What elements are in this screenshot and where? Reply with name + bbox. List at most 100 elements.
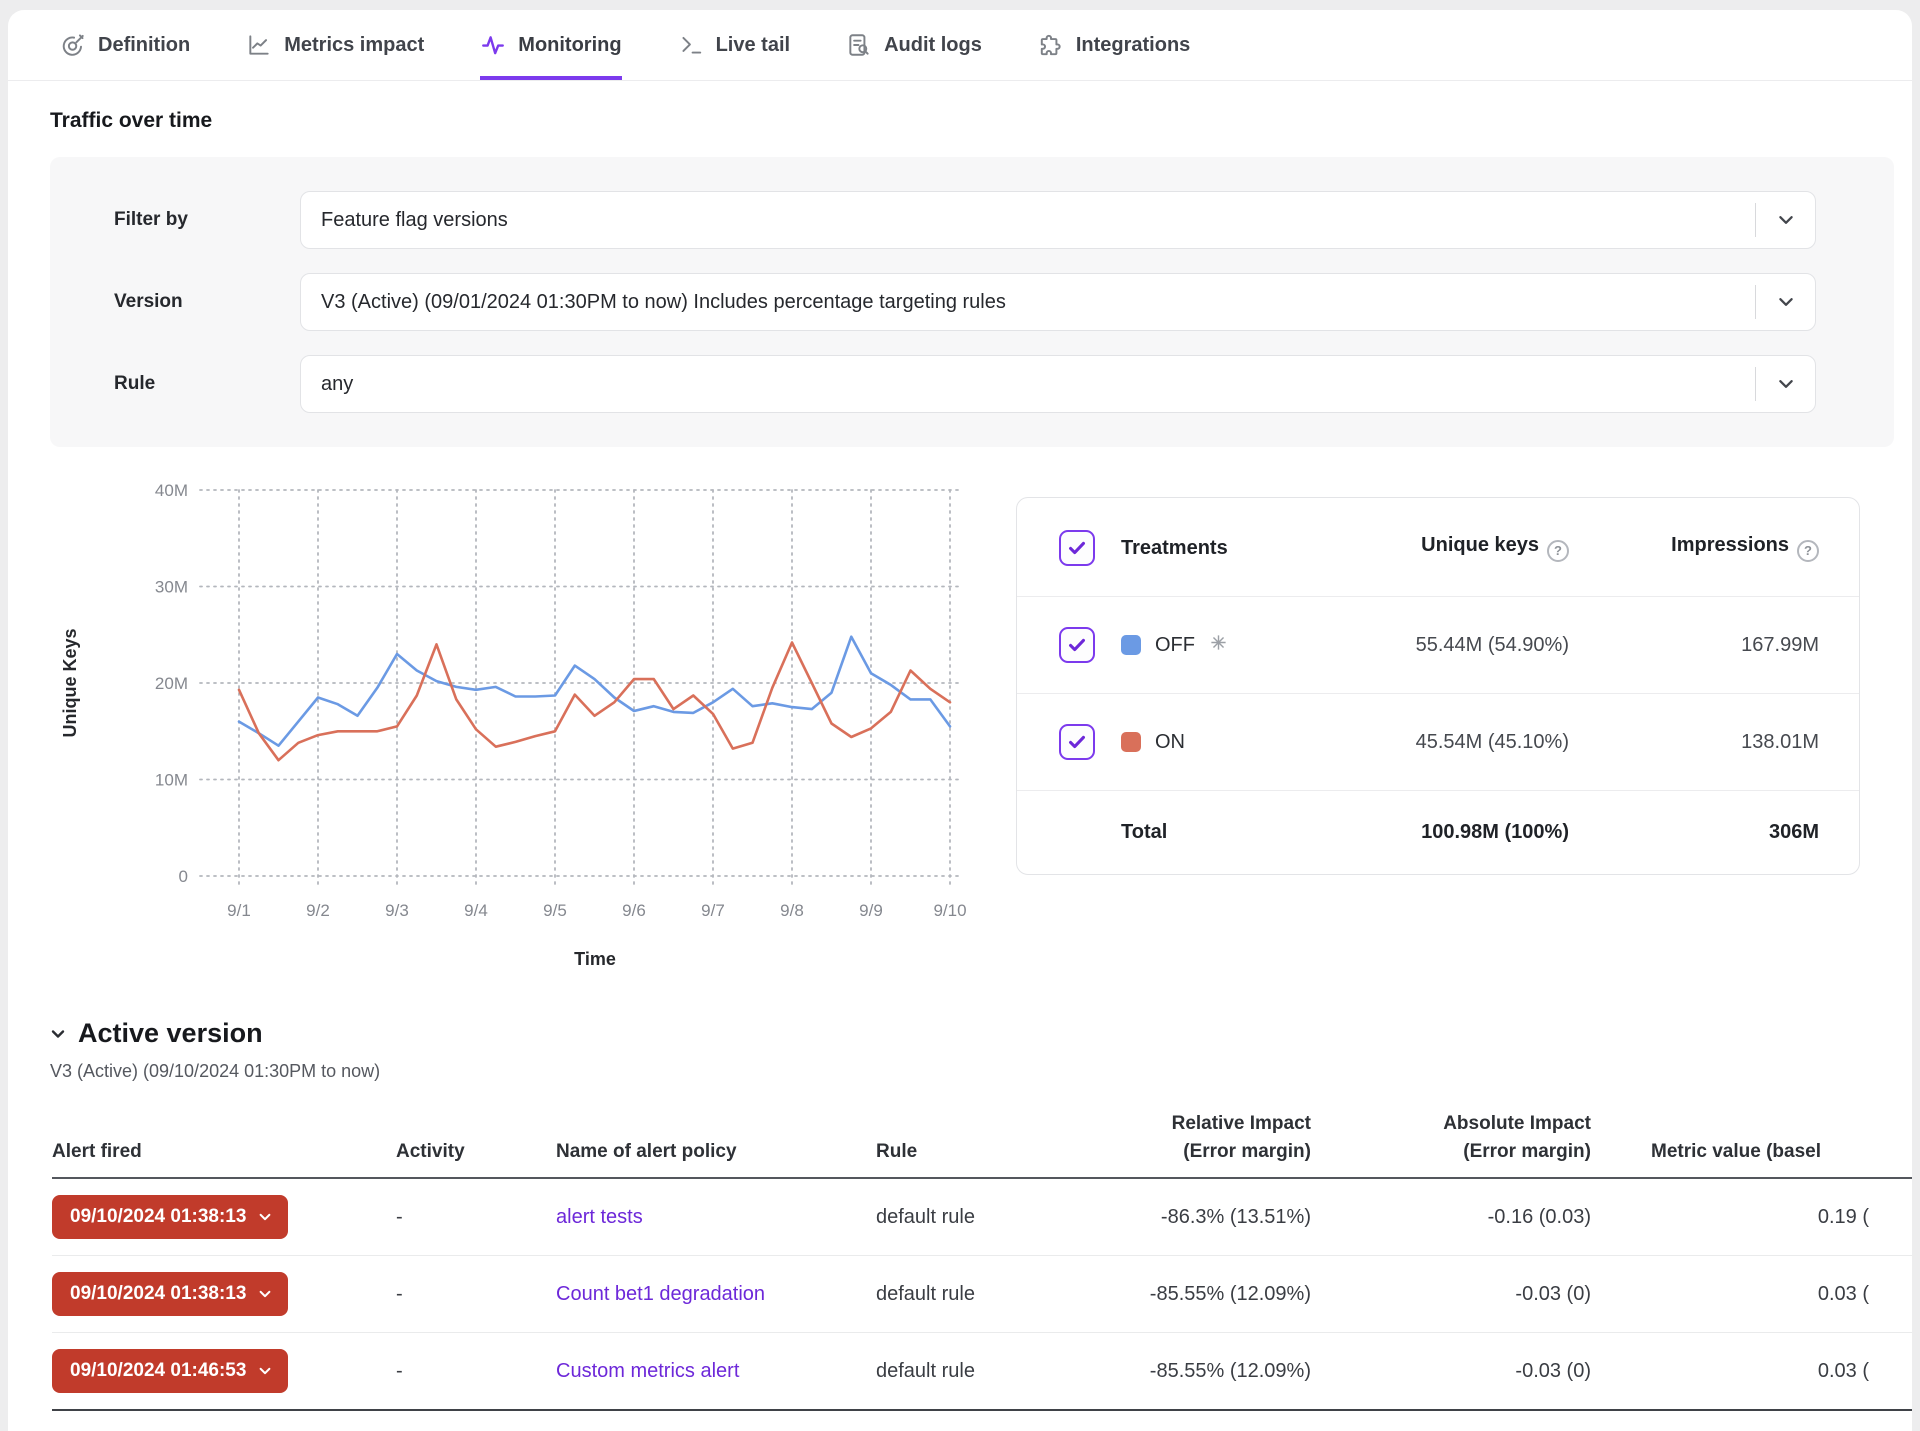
tab-audit-logs[interactable]: Audit logs bbox=[846, 32, 982, 80]
alert-metric-value: 0.03 ( bbox=[1591, 1283, 1912, 1306]
tab-integrations[interactable]: Integrations bbox=[1038, 32, 1190, 80]
chevron-down-icon[interactable] bbox=[1755, 285, 1815, 319]
alert-metric-value: 0.19 ( bbox=[1591, 1206, 1912, 1229]
active-version-header[interactable]: Active version bbox=[50, 1018, 1912, 1049]
version-value: V3 (Active) (09/01/2024 01:30PM to now) … bbox=[301, 291, 1006, 314]
svg-text:9/9: 9/9 bbox=[859, 901, 883, 920]
alert-row: 09/10/2024 01:38:13 - alert tests defaul… bbox=[52, 1179, 1912, 1256]
svg-text:Unique Keys: Unique Keys bbox=[60, 628, 80, 737]
svg-text:9/3: 9/3 bbox=[385, 901, 409, 920]
alert-activity: - bbox=[396, 1360, 556, 1383]
alert-fired-badge[interactable]: 09/10/2024 01:38:13 bbox=[52, 1272, 288, 1316]
page-content: Traffic over time Filter by Feature flag… bbox=[8, 109, 1912, 1082]
chevron-down-icon bbox=[258, 1287, 272, 1301]
terminal-icon bbox=[678, 32, 704, 58]
filter-row-rule: Rule any bbox=[114, 355, 1816, 413]
active-version-title: Active version bbox=[78, 1018, 263, 1049]
chevron-down-icon[interactable] bbox=[1755, 367, 1815, 401]
total-impressions: 306M bbox=[1569, 821, 1819, 844]
alert-relative-impact: -85.55% (12.09%) bbox=[1054, 1360, 1311, 1383]
version-label: Version bbox=[114, 291, 300, 313]
tab-label: Metrics impact bbox=[284, 34, 424, 57]
off-series-swatch bbox=[1121, 635, 1141, 655]
col-relative-impact: Relative Impact (Error margin) bbox=[1054, 1110, 1311, 1165]
alert-rule: default rule bbox=[876, 1360, 1054, 1383]
help-icon[interactable]: ? bbox=[1547, 540, 1569, 562]
rule-label: Rule bbox=[114, 373, 300, 395]
treatments-select-all-checkbox[interactable] bbox=[1059, 530, 1095, 566]
treatment-name-off: OFF bbox=[1121, 633, 1269, 658]
tab-live-tail[interactable]: Live tail bbox=[678, 32, 790, 80]
treatment-name-on: ON bbox=[1121, 731, 1269, 754]
total-unique-keys: 100.98M (100%) bbox=[1269, 821, 1569, 844]
alert-absolute-impact: -0.03 (0) bbox=[1311, 1283, 1591, 1306]
off-checkbox[interactable] bbox=[1059, 627, 1095, 663]
treatments-card: Treatments Unique keys? Impressions? OFF bbox=[1016, 497, 1860, 875]
treatments-column-header: Treatments bbox=[1121, 537, 1269, 560]
rule-value: any bbox=[301, 373, 353, 396]
svg-text:0: 0 bbox=[179, 867, 188, 886]
alert-relative-impact: -85.55% (12.09%) bbox=[1054, 1283, 1311, 1306]
col-metric-value: Metric value (basel bbox=[1591, 1138, 1912, 1166]
alert-fired-badge[interactable]: 09/10/2024 01:46:53 bbox=[52, 1349, 288, 1393]
treatments-header-row: Treatments Unique keys? Impressions? bbox=[1017, 498, 1859, 596]
alert-policy-link[interactable]: Count bet1 degradation bbox=[556, 1283, 765, 1305]
filter-row-filter-by: Filter by Feature flag versions bbox=[114, 191, 1816, 249]
alert-fired-badge[interactable]: 09/10/2024 01:38:13 bbox=[52, 1195, 288, 1239]
alert-activity: - bbox=[396, 1283, 556, 1306]
svg-text:9/4: 9/4 bbox=[464, 901, 488, 920]
tab-label: Integrations bbox=[1076, 34, 1190, 57]
version-select[interactable]: V3 (Active) (09/01/2024 01:30PM to now) … bbox=[300, 273, 1816, 331]
tab-label: Definition bbox=[98, 34, 190, 57]
svg-text:30M: 30M bbox=[155, 578, 188, 597]
svg-text:9/2: 9/2 bbox=[306, 901, 330, 920]
tab-label: Audit logs bbox=[884, 34, 982, 57]
svg-text:9/8: 9/8 bbox=[780, 901, 804, 920]
tab-monitoring[interactable]: Monitoring bbox=[480, 32, 621, 80]
tab-bar: Definition Metrics impact Monitoring Liv… bbox=[8, 10, 1912, 81]
filter-by-value: Feature flag versions bbox=[301, 209, 508, 232]
chevron-down-icon bbox=[258, 1364, 272, 1378]
filter-row-version: Version V3 (Active) (09/01/2024 01:30PM … bbox=[114, 273, 1816, 331]
off-unique-keys: 55.44M (54.90%) bbox=[1269, 634, 1569, 657]
rule-select[interactable]: any bbox=[300, 355, 1816, 413]
help-icon[interactable]: ? bbox=[1797, 540, 1819, 562]
filter-panel: Filter by Feature flag versions Version … bbox=[50, 157, 1894, 447]
svg-text:9/1: 9/1 bbox=[227, 901, 251, 920]
filter-by-select[interactable]: Feature flag versions bbox=[300, 191, 1816, 249]
alerts-table: Alert fired Activity Name of alert polic… bbox=[52, 1110, 1912, 1411]
page-title: Traffic over time bbox=[50, 109, 1912, 133]
on-checkbox[interactable] bbox=[1059, 724, 1095, 760]
alert-activity: - bbox=[396, 1206, 556, 1229]
svg-text:20M: 20M bbox=[155, 674, 188, 693]
document-search-icon bbox=[846, 32, 872, 58]
default-treatment-icon bbox=[1209, 633, 1228, 658]
tab-metrics-impact[interactable]: Metrics impact bbox=[246, 32, 424, 80]
traffic-chart: 9/19/29/39/49/59/69/79/89/99/10010M20M30… bbox=[50, 473, 1000, 978]
col-activity: Activity bbox=[396, 1138, 556, 1166]
alert-policy-link[interactable]: alert tests bbox=[556, 1206, 643, 1228]
alert-policy-link[interactable]: Custom metrics alert bbox=[556, 1360, 739, 1382]
filter-by-label: Filter by bbox=[114, 209, 300, 231]
tab-label: Monitoring bbox=[518, 34, 621, 57]
unique-keys-column-header: Unique keys? bbox=[1269, 534, 1569, 562]
tab-definition[interactable]: Definition bbox=[60, 32, 190, 80]
target-pencil-icon bbox=[60, 32, 86, 58]
treatment-row-off: OFF 55.44M (54.90%) 167.99M bbox=[1017, 596, 1859, 693]
on-series-swatch bbox=[1121, 732, 1141, 752]
alerts-table-header: Alert fired Activity Name of alert polic… bbox=[52, 1110, 1912, 1179]
svg-text:40M: 40M bbox=[155, 481, 188, 500]
svg-text:9/7: 9/7 bbox=[701, 901, 725, 920]
chevron-down-icon[interactable] bbox=[1755, 203, 1815, 237]
col-alert-fired: Alert fired bbox=[52, 1138, 396, 1166]
chevron-down-icon bbox=[50, 1026, 66, 1042]
main-card: Definition Metrics impact Monitoring Liv… bbox=[8, 10, 1912, 1431]
treatments-total-row: Total 100.98M (100%) 306M bbox=[1017, 790, 1859, 874]
on-unique-keys: 45.54M (45.10%) bbox=[1269, 731, 1569, 754]
chart-section: 9/19/29/39/49/59/69/79/89/99/10010M20M30… bbox=[50, 473, 1912, 978]
chevron-down-icon bbox=[258, 1210, 272, 1224]
on-impressions: 138.01M bbox=[1569, 731, 1819, 754]
off-impressions: 167.99M bbox=[1569, 634, 1819, 657]
active-version-subtitle: V3 (Active) (09/10/2024 01:30PM to now) bbox=[50, 1061, 1912, 1082]
alert-metric-value: 0.03 ( bbox=[1591, 1360, 1912, 1383]
